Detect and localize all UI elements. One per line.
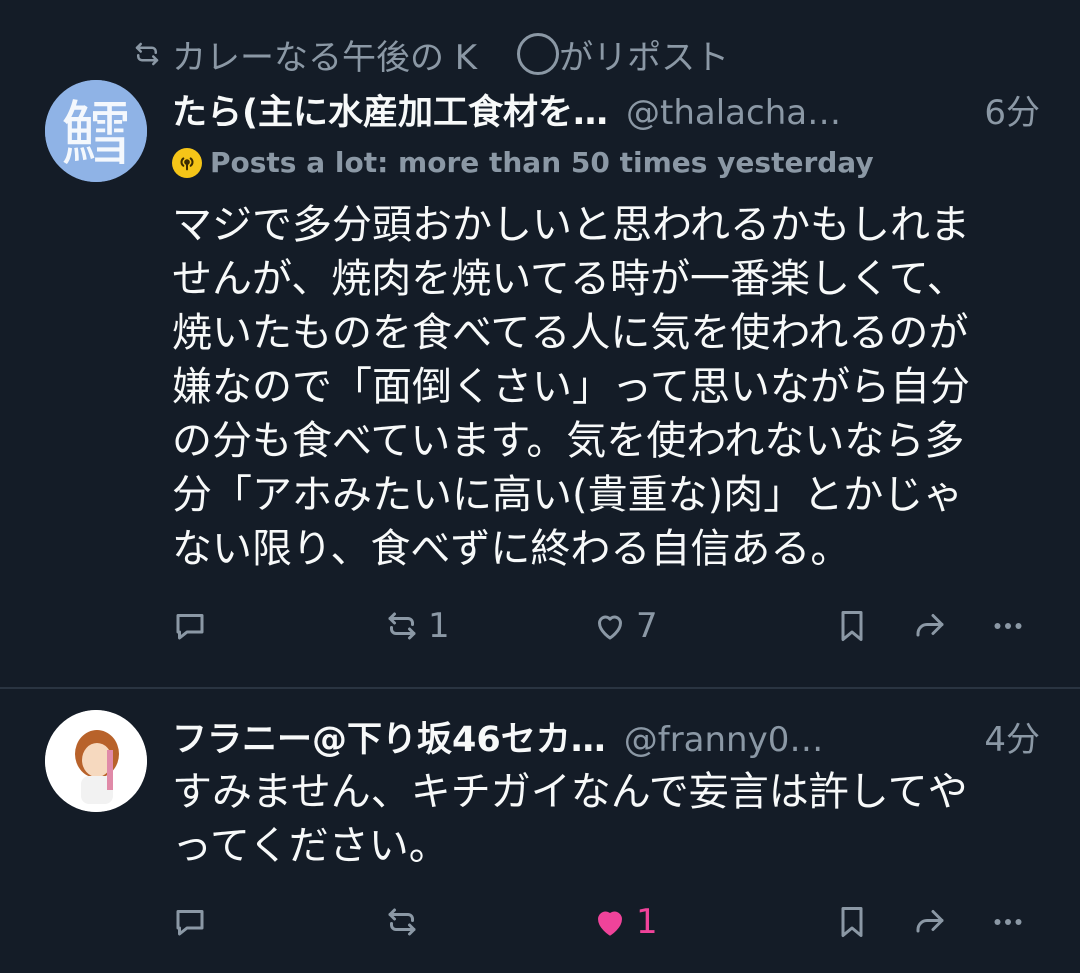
reply-button[interactable] (172, 602, 208, 650)
action-bar: 1 7 (172, 602, 1040, 650)
avatar[interactable] (45, 710, 147, 812)
avatar[interactable]: 鱈 (45, 80, 147, 182)
emoji-circle-icon (517, 33, 560, 75)
share-icon (916, 614, 944, 637)
share-button[interactable] (912, 898, 948, 946)
display-name[interactable]: フラニー@下り坂46セカ… (172, 711, 606, 762)
post-text-line: ない限り、食べずに終わる自信ある。 (172, 526, 851, 572)
timestamp[interactable]: 4分 (984, 712, 1040, 761)
post-text-line: マジで多分頭おかしいと思われるかもしれま (172, 202, 970, 248)
like-button[interactable]: 7 (592, 602, 658, 650)
reply-icon (176, 910, 204, 936)
more-icon (994, 623, 1022, 629)
like-icon (598, 911, 622, 936)
more-button[interactable] (990, 602, 1026, 650)
bookmark-icon (841, 611, 863, 641)
post-text-line: ってください。 (172, 823, 449, 869)
post-2[interactable]: フラニー@下り坂46セカ… @franny0… 4分 すみません、キチガイなんで… (0, 689, 1080, 973)
repost-icon (388, 612, 416, 640)
like-count: 7 (636, 606, 658, 646)
post-body: マジで多分頭おかしいと思われるかもしれま せんが、焼肉を焼いてる時が一番楽しくて… (172, 198, 1042, 576)
bookmark-icon (841, 907, 863, 937)
post-header: たら(主に水産加工食材を… @thalacha… 6分 (172, 84, 1040, 135)
activity-badge: Posts a lot: more than 50 times yesterda… (172, 146, 874, 179)
bookmark-button[interactable] (834, 898, 870, 946)
post-text-line: 焼いたものを食べてる人に気を使われるのが (172, 310, 969, 356)
repost-count: 1 (428, 606, 450, 646)
bookmark-button[interactable] (834, 602, 870, 650)
svg-text:鱈: 鱈 (61, 93, 131, 175)
post-text-line: の分も食べています。気を使われないなら多 (172, 418, 965, 464)
post-body: すみません、キチガイなんで妄言は許してや ってください。 (172, 765, 1042, 873)
repost-button[interactable]: 1 (384, 602, 450, 650)
more-icon (994, 919, 1022, 925)
repost-icon (135, 42, 159, 66)
user-handle[interactable]: @thalacha… (626, 93, 972, 133)
like-button[interactable]: 1 (592, 898, 658, 946)
post-header: フラニー@下り坂46セカ… @franny0… 4分 (172, 711, 1040, 762)
like-count: 1 (636, 902, 658, 942)
post-text-line: すみません、キチガイなんで妄言は許してや (172, 769, 968, 815)
badge-text: Posts a lot: more than 50 times yesterda… (210, 146, 874, 179)
timestamp[interactable]: 6分 (984, 85, 1040, 134)
repost-button[interactable] (384, 898, 420, 946)
reply-icon (176, 614, 204, 640)
share-icon (916, 910, 944, 933)
repost-indicator[interactable]: カレーなる午後の K がリポスト (132, 30, 729, 78)
user-handle[interactable]: @franny0… (624, 720, 973, 760)
like-icon (598, 615, 622, 640)
display-name[interactable]: たら(主に水産加工食材を… (172, 84, 608, 135)
reply-button[interactable] (172, 898, 208, 946)
podcast-badge-icon (172, 147, 202, 178)
repost-suffix: がリポスト (559, 37, 730, 78)
share-button[interactable] (912, 602, 948, 650)
post-text-line: 分「アホみたいに高い(貴重な)肉」とかじゃ (172, 472, 964, 518)
repost-icon (388, 908, 416, 936)
repost-by-name[interactable]: カレーなる午後の K (172, 30, 477, 79)
more-button[interactable] (990, 898, 1026, 946)
post-text-line: 嫌なので「面倒くさい」って思いながら自分 (172, 364, 970, 410)
post-text-line: せんが、焼肉を焼いてる時が一番楽しくて、 (172, 256, 967, 302)
action-bar: 1 (172, 898, 1040, 946)
post-1[interactable]: カレーなる午後の K がリポスト 鱈 たら(主に水産加工食材を… @thalac… (0, 0, 1080, 687)
